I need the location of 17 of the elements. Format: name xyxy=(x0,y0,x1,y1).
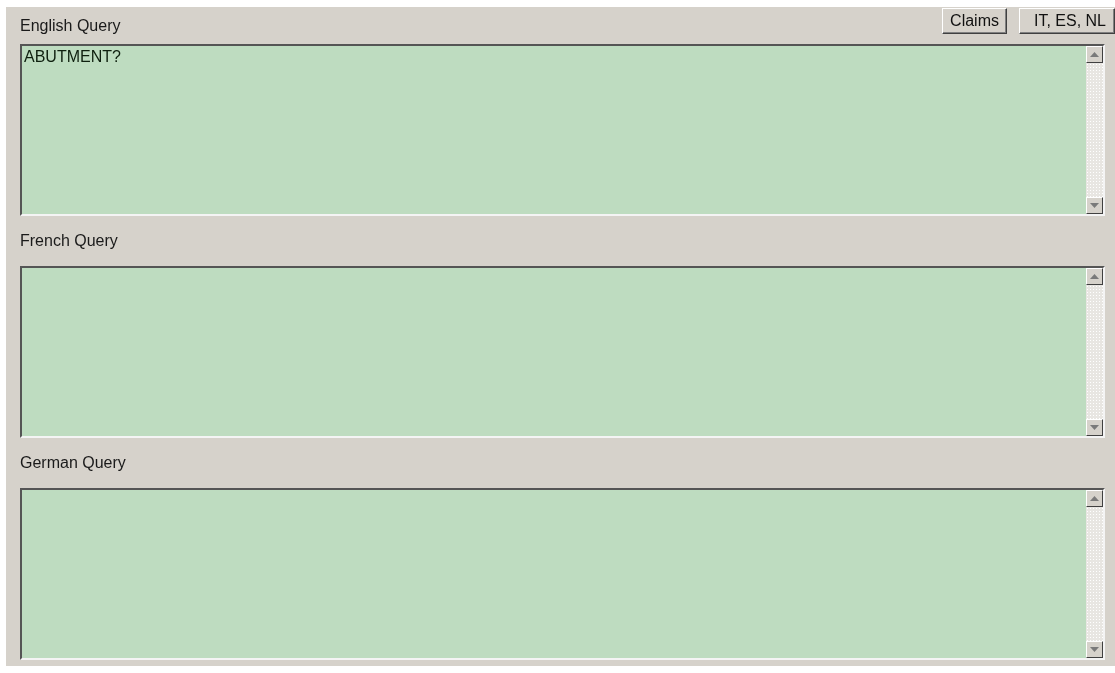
query-label: French Query xyxy=(20,232,118,250)
down-arrow-icon xyxy=(1090,647,1099,652)
scroll-down-button[interactable] xyxy=(1086,419,1103,436)
scroll-up-button[interactable] xyxy=(1086,268,1103,285)
query-label: German Query xyxy=(20,454,126,472)
scroll-up-button[interactable] xyxy=(1086,490,1103,507)
toolbar-button[interactable]: Claims xyxy=(942,8,1007,34)
scroll-up-button[interactable] xyxy=(1086,46,1103,63)
query-label: English Query xyxy=(20,17,121,35)
toolbar-button[interactable]: IT, ES, NL xyxy=(1018,8,1115,34)
up-arrow-icon xyxy=(1090,52,1099,57)
scroll-down-button[interactable] xyxy=(1086,641,1103,658)
scroll-down-button[interactable] xyxy=(1086,197,1103,214)
down-arrow-icon xyxy=(1090,425,1099,430)
up-arrow-icon xyxy=(1090,274,1099,279)
up-arrow-icon xyxy=(1090,496,1099,501)
down-arrow-icon xyxy=(1090,203,1099,208)
